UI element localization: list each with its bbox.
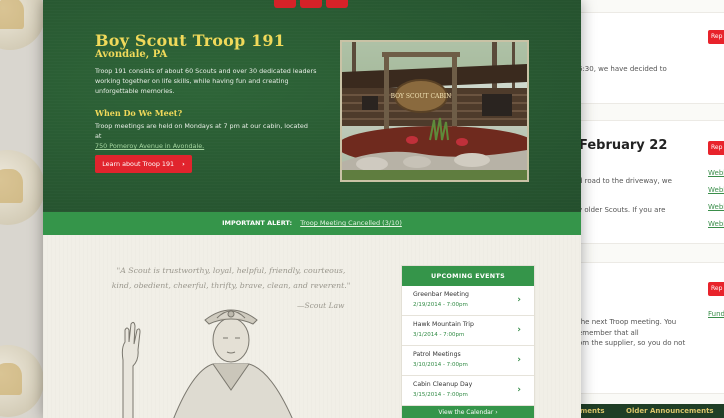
announcement-snippet: d road to the driveway, we: [578, 177, 672, 185]
announcement-link[interactable]: Fund: [708, 310, 724, 318]
sign-text: BOY SCOUT CABIN: [391, 93, 452, 100]
main-page: Boy Scout Troop 191 Avondale, PA Troop 1…: [43, 0, 581, 418]
reply-button[interactable]: Rep: [708, 141, 724, 155]
event-title: Cabin Cleanup Day: [413, 381, 473, 388]
scout-law-quote: "A Scout is trustworthy, loyal, helpful,…: [111, 266, 351, 290]
announcement-card: [560, 12, 724, 104]
social-icon[interactable]: [300, 0, 322, 8]
announcement-link[interactable]: Webl: [708, 186, 724, 194]
page-title: Boy Scout Troop 191: [95, 31, 286, 50]
chevron-right-icon: ›: [517, 355, 521, 365]
hero-description: Troop 191 consists of about 60 Scouts an…: [95, 67, 317, 95]
cabin-photo: BOY SCOUT CABIN: [340, 40, 529, 182]
address-link[interactable]: 750 Pomeroy Avenue in Avondale.: [95, 142, 204, 150]
chevron-right-icon: ›: [182, 160, 185, 168]
chevron-right-icon: ›: [517, 325, 521, 335]
event-title: Hawk Mountain Trip: [413, 321, 474, 328]
hero-section: Boy Scout Troop 191 Avondale, PA Troop 1…: [43, 0, 581, 212]
lower-section: "A Scout is trustworthy, loyal, helpful,…: [43, 235, 581, 418]
event-title: Patrol Meetings: [413, 351, 461, 358]
reply-button[interactable]: Rep: [708, 282, 724, 296]
chevron-right-icon: ›: [517, 385, 521, 395]
scout-illustration: [103, 290, 303, 418]
social-buttons: [274, 0, 348, 8]
announcement-link[interactable]: Webl: [708, 169, 724, 177]
background-badge: [0, 345, 44, 417]
social-icon[interactable]: [274, 0, 296, 8]
learn-about-button[interactable]: Learn about Troop 191 ›: [95, 155, 192, 173]
alert-link[interactable]: Troop Meeting Cancelled (3/10): [300, 219, 402, 227]
announcement-snippet: om the supplier, so you do not: [578, 339, 686, 347]
chevron-right-icon: ›: [517, 295, 521, 305]
announcement-link[interactable]: Webl: [708, 203, 724, 211]
event-item[interactable]: Greenbar Meeting 2/19/2014 - 7:00pm ›: [402, 286, 534, 316]
event-item[interactable]: Cabin Cleanup Day 3/15/2014 - 7:00pm ›: [402, 376, 534, 406]
meet-description: Troop meetings are held on Mondays at 7 …: [95, 122, 308, 140]
quote-attribution: —Scout Law: [297, 301, 345, 310]
important-alert-bar: IMPORTANT ALERT: Troop Meeting Cancelled…: [43, 212, 581, 235]
meet-heading: When Do We Meet?: [95, 108, 183, 118]
event-item[interactable]: Hawk Mountain Trip 3/1/2014 - 7:00pm ›: [402, 316, 534, 346]
event-item[interactable]: Patrol Meetings 3/10/2014 - 7:00pm ›: [402, 346, 534, 376]
page-subtitle: Avondale, PA: [95, 49, 168, 60]
announcement-title: l February 22: [570, 138, 668, 153]
reply-button[interactable]: Rep: [708, 30, 724, 44]
older-announcements-link[interactable]: Older Announcements: [626, 404, 714, 418]
announcement-snippet: y older Scouts. If you are: [578, 206, 666, 214]
learn-about-label: Learn about Troop 191: [102, 160, 175, 168]
event-date: 3/10/2014 - 7:00pm: [413, 362, 468, 368]
announcement-snippet: the next Troop meeting. You: [578, 318, 677, 326]
background-badge: [0, 0, 45, 50]
announcement-snippet: 6:30, we have decided to: [578, 65, 667, 73]
events-heading: UPCOMING EVENTS: [402, 266, 534, 286]
upcoming-events-panel: UPCOMING EVENTS Greenbar Meeting 2/19/20…: [401, 265, 535, 418]
background-badge: [0, 150, 45, 225]
event-date: 3/1/2014 - 7:00pm: [413, 332, 465, 338]
alert-label: IMPORTANT ALERT:: [222, 219, 293, 227]
announcement-link[interactable]: Webl: [708, 220, 724, 228]
footer-link[interactable]: ments: [580, 404, 605, 418]
event-date: 3/15/2014 - 7:00pm: [413, 392, 468, 398]
meet-text: Troop meetings are held on Mondays at 7 …: [95, 121, 315, 151]
social-icon[interactable]: [326, 0, 348, 8]
view-calendar-button[interactable]: View the Calendar ›: [402, 406, 534, 418]
event-date: 2/19/2014 - 7:00pm: [413, 302, 468, 308]
event-title: Greenbar Meeting: [413, 291, 469, 298]
announcements-footer: ments Older Announcements: [560, 404, 724, 418]
